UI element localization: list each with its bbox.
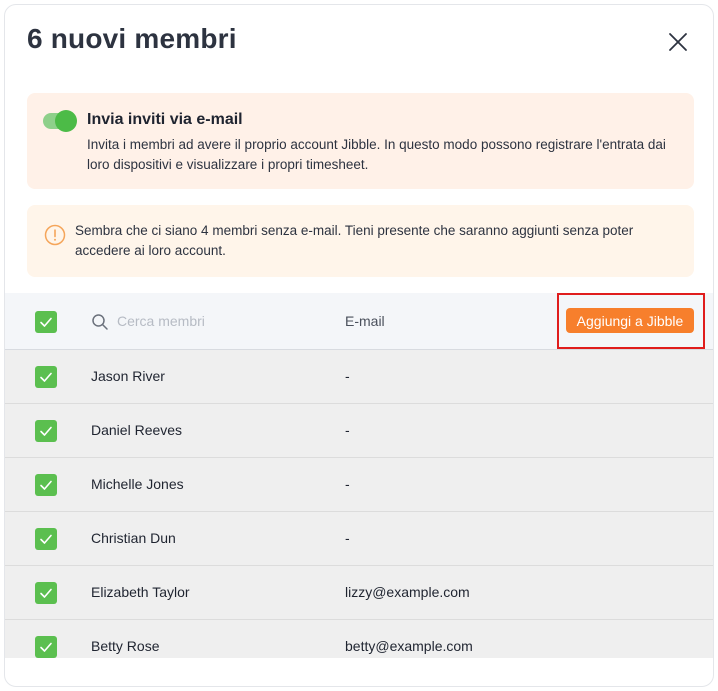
table-row[interactable]: Jason River - <box>5 350 713 404</box>
search-members-input[interactable] <box>117 309 297 333</box>
checkmark-icon <box>40 480 52 490</box>
warning-icon <box>44 224 66 246</box>
add-to-jibble-button[interactable]: Aggiungi a Jibble <box>566 308 694 333</box>
member-email: - <box>345 476 350 492</box>
member-email: lizzy@example.com <box>345 584 470 600</box>
member-name: Elizabeth Taylor <box>91 584 190 600</box>
row-checkbox[interactable] <box>35 636 57 658</box>
member-name: Betty Rose <box>91 638 160 654</box>
member-email: betty@example.com <box>345 638 473 654</box>
row-checkbox[interactable] <box>35 420 57 442</box>
toggle-knob <box>55 110 77 132</box>
table-row[interactable]: Elizabeth Taylor lizzy@example.com <box>5 566 713 620</box>
member-email: - <box>345 368 350 384</box>
invite-panel: Invia inviti via e-mail Invita i membri … <box>27 93 694 189</box>
invite-title: Invia inviti via e-mail <box>87 111 243 128</box>
member-name: Christian Dun <box>91 530 176 546</box>
checkmark-icon <box>40 534 52 544</box>
member-email: - <box>345 530 350 546</box>
invite-description: Invita i membri ad avere il proprio acco… <box>87 137 666 172</box>
select-all-checkbox[interactable] <box>35 311 57 333</box>
checkmark-icon <box>40 642 52 652</box>
add-members-modal: 6 nuovi membri Invia inviti via e-mail I… <box>4 4 714 687</box>
modal-title: 6 nuovi membri <box>27 23 237 54</box>
checkmark-icon <box>40 372 52 382</box>
table-row[interactable]: Christian Dun - <box>5 512 713 566</box>
row-checkbox[interactable] <box>35 366 57 388</box>
table-row[interactable]: Betty Rose betty@example.com <box>5 620 713 658</box>
member-name: Daniel Reeves <box>91 422 183 438</box>
row-checkbox[interactable] <box>35 582 57 604</box>
row-checkbox[interactable] <box>35 528 57 550</box>
close-button[interactable] <box>665 29 691 55</box>
members-table-header: E-mail Aggiungi a Jibble <box>5 293 713 350</box>
row-checkbox[interactable] <box>35 474 57 496</box>
checkmark-icon <box>40 588 52 598</box>
table-row[interactable]: Michelle Jones - <box>5 458 713 512</box>
table-row[interactable]: Daniel Reeves - <box>5 404 713 458</box>
search-icon <box>92 314 108 330</box>
checkmark-icon <box>40 426 52 436</box>
invite-email-toggle[interactable] <box>43 110 77 132</box>
warning-panel: Sembra che ci siano 4 membri senza e-mai… <box>27 205 694 277</box>
warning-text: Sembra che ci siano 4 membri senza e-mai… <box>75 223 634 258</box>
close-icon <box>669 33 687 51</box>
member-email: - <box>345 422 350 438</box>
member-name: Jason River <box>91 368 165 384</box>
email-column-header: E-mail <box>345 313 385 329</box>
checkmark-icon <box>40 317 52 327</box>
member-name: Michelle Jones <box>91 476 184 492</box>
members-list: Jason River - Daniel Reeves - Michelle Jones… <box>5 350 713 658</box>
